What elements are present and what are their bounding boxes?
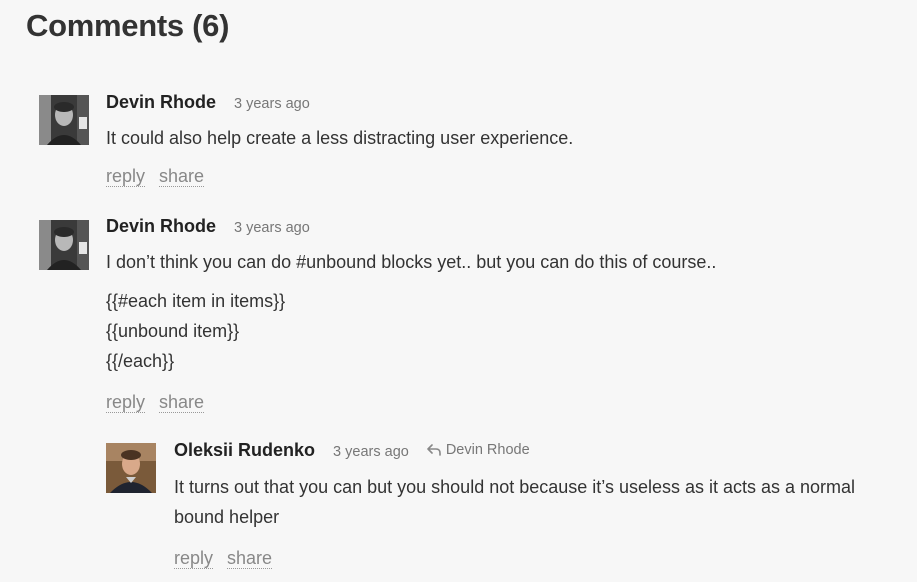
comment-author[interactable]: Oleksii Rudenko [174, 440, 315, 461]
comment-timestamp[interactable]: 3 years ago [234, 220, 310, 236]
comment-timestamp[interactable]: 3 years ago [234, 96, 310, 112]
reply-button[interactable]: reply [106, 166, 146, 187]
share-button[interactable]: share [159, 392, 205, 413]
comment-author[interactable]: Devin Rhode [106, 92, 216, 113]
comments-heading: Comments (6) [26, 8, 230, 43]
comment-text-line: It turns out that you can but you should… [174, 477, 856, 497]
comment-timestamp[interactable]: 3 years ago [333, 444, 409, 460]
comments-section: Comments (6) Devin Rhode 3 years ago It … [0, 0, 917, 582]
code-block: {{#each item in items}} {{unbound item}}… [106, 286, 896, 376]
reply-to-author[interactable]: Devin Rhode [446, 442, 530, 458]
comment-text: I don’t think you can do #unbound blocks… [106, 252, 717, 272]
in-reply-to[interactable]: Devin Rhode [427, 442, 530, 458]
comment-text: It could also help create a less distrac… [106, 128, 574, 148]
reply-button[interactable]: reply [174, 548, 214, 569]
code-line: {{/each}} [106, 351, 175, 371]
avatar[interactable] [39, 95, 89, 145]
comment-text-line: bound helper [174, 507, 280, 527]
share-button[interactable]: share [227, 548, 273, 569]
comment-author[interactable]: Devin Rhode [106, 216, 216, 237]
code-line: {{unbound item}} [106, 321, 240, 341]
reply-arrow-icon [427, 444, 441, 456]
avatar[interactable] [106, 443, 156, 493]
avatar[interactable] [39, 220, 89, 270]
reply-button[interactable]: reply [106, 392, 146, 413]
code-line: {{#each item in items}} [106, 291, 286, 311]
share-button[interactable]: share [159, 166, 205, 187]
